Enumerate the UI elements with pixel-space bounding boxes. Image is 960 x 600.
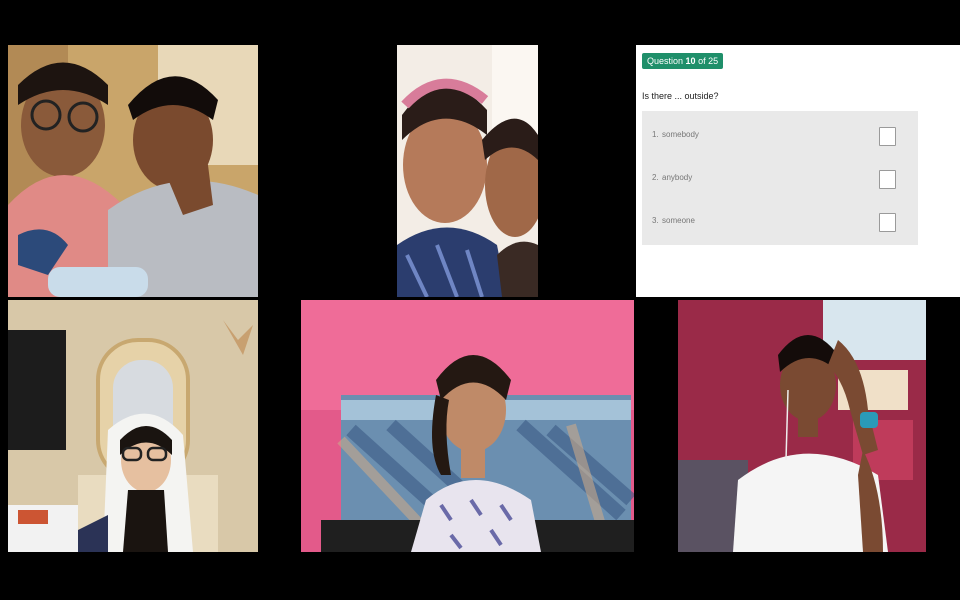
- quiz-panel: Question 10 of 25 Is there ... outside? …: [636, 45, 960, 297]
- participant-video-tile[interactable]: [301, 300, 634, 552]
- participant-video-feed: [8, 300, 258, 552]
- option-checkbox[interactable]: [879, 127, 896, 146]
- participant-video-feed: [397, 45, 538, 297]
- participant-video-tile[interactable]: [8, 300, 258, 552]
- option-label: anybody: [662, 173, 693, 182]
- option-label: someone: [662, 216, 695, 225]
- mouse-pointer-icon: [892, 228, 960, 272]
- participant-video-feed: [678, 300, 926, 552]
- question-counter-badge: Question 10 of 25: [642, 53, 724, 69]
- quiz-option[interactable]: 1. somebody: [642, 114, 918, 158]
- participant-video-feed: [8, 45, 258, 297]
- participant-video-tile[interactable]: [678, 300, 926, 552]
- question-counter-of: of: [698, 56, 706, 66]
- quiz-question-text: Is there ... outside?: [642, 91, 719, 101]
- option-number: 2.: [652, 173, 659, 182]
- question-current-number: 10: [685, 56, 696, 66]
- participant-video-tile[interactable]: [8, 45, 258, 297]
- screen-share-tile[interactable]: Question 10 of 25 Is there ... outside? …: [636, 45, 960, 297]
- option-checkbox[interactable]: [879, 170, 896, 189]
- participant-video-feed: [301, 300, 634, 552]
- quiz-option[interactable]: 3. someone: [642, 200, 918, 244]
- question-total-number: 25: [708, 56, 719, 66]
- quiz-option[interactable]: 2. anybody: [642, 157, 918, 201]
- option-number: 1.: [652, 130, 659, 139]
- option-label: somebody: [662, 130, 699, 139]
- quiz-options-list: 1. somebody 2. anybody 3. someone: [642, 111, 918, 245]
- option-number: 3.: [652, 216, 659, 225]
- question-counter-label: Question: [647, 56, 684, 66]
- participant-video-tile[interactable]: [397, 45, 538, 297]
- video-call-gallery: Question 10 of 25 Is there ... outside? …: [0, 0, 960, 600]
